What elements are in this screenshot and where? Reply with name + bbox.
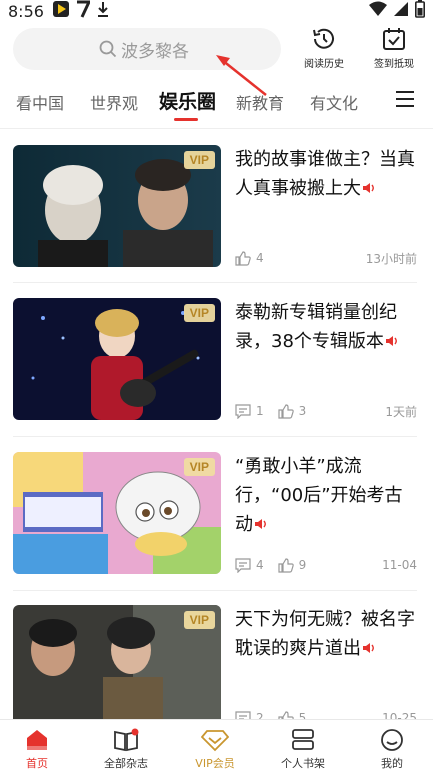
article-card[interactable]: VIP 泰勒新专辑销量创纪录，38个专辑版本 1 3 1天前 (13, 298, 417, 423)
article-meta: 4 13小时前 (235, 249, 417, 267)
nav-bookshelf-label: 个人书架 (281, 757, 325, 770)
article-title-text: 我的故事谁做主？当真人真事被搬上大 (235, 149, 415, 199)
bookshelf-icon (263, 728, 343, 752)
nav-vip[interactable]: VIP会员 (175, 728, 255, 771)
row-divider (13, 590, 417, 591)
search-row: 波多黎各 阅读历史 签到抵现 (0, 26, 433, 74)
article-thumbnail: VIP (13, 145, 221, 267)
status-bar: 8:56 (0, 0, 433, 22)
search-icon (99, 40, 117, 58)
magazine-icon (86, 728, 166, 752)
tab-education[interactable]: 新教育 (236, 90, 284, 114)
row-divider (13, 436, 417, 437)
vip-badge: VIP (183, 151, 215, 169)
wifi-icon (369, 1, 387, 21)
like-count[interactable]: 4 (235, 250, 264, 266)
speaker-icon[interactable] (385, 328, 399, 357)
reading-history-button[interactable]: 阅读历史 (294, 26, 354, 70)
article-card[interactable]: VIP 我的故事谁做主？当真人真事被搬上大 4 13小时前 (13, 145, 417, 270)
like-count-value: 9 (298, 558, 307, 572)
vip-diamond-icon (175, 728, 255, 752)
speaker-icon[interactable] (254, 511, 268, 540)
thumbs-up-icon (235, 250, 251, 266)
download-icon (96, 0, 110, 22)
article-card[interactable]: VIP “勇敢小羊”成流行，“00后”开始考古动 4 9 11-04 (13, 452, 417, 577)
nav-bookshelf[interactable]: 个人书架 (263, 728, 343, 771)
article-title: “勇敢小羊”成流行，“00后”开始考古动 (235, 452, 415, 540)
vip-badge: VIP (183, 304, 215, 322)
comment-icon (235, 557, 251, 573)
speaker-icon[interactable] (362, 635, 376, 664)
tab-entertainment[interactable]: 娱乐圈 (159, 87, 216, 114)
like-count-value: 4 (256, 251, 264, 265)
profile-icon (352, 728, 432, 752)
nav-home[interactable]: 首页 (0, 728, 77, 771)
like-count-value: 3 (298, 404, 307, 418)
app-notification-icon (52, 0, 70, 22)
article-thumbnail: VIP (13, 605, 221, 727)
active-tab-indicator (174, 118, 198, 121)
nav-profile-label: 我的 (381, 757, 403, 770)
comment-count-value: 4 (256, 558, 264, 572)
article-card[interactable]: VIP 天下为何无贼？被名字耽误的爽片道出 2 5 10-25 (13, 605, 417, 730)
history-clock-icon (294, 26, 354, 52)
vip-badge: VIP (183, 458, 215, 476)
seven-icon (76, 0, 92, 22)
tab-china[interactable]: 看中国 (16, 90, 64, 114)
nav-vip-label: VIP会员 (195, 757, 235, 770)
status-time: 8:56 (8, 1, 44, 21)
comment-count-value: 1 (256, 404, 264, 418)
home-icon (0, 728, 77, 752)
nav-magazines-label: 全部杂志 (104, 757, 148, 770)
nav-home-label: 首页 (26, 757, 48, 770)
like-count[interactable]: 3 (278, 403, 307, 419)
thumbs-up-icon (278, 403, 294, 419)
article-title: 泰勒新专辑销量创纪录，38个专辑版本 (235, 298, 415, 357)
row-divider (13, 282, 417, 283)
speaker-icon[interactable] (362, 175, 376, 204)
status-left-icons (52, 0, 110, 22)
article-meta: 4 9 11-04 (235, 556, 417, 574)
comment-count[interactable]: 4 (235, 557, 264, 573)
article-time: 1天前 (385, 404, 417, 419)
tab-culture[interactable]: 有文化 (310, 90, 358, 114)
checkin-button[interactable]: 签到抵现 (364, 26, 424, 70)
nav-profile[interactable]: 我的 (352, 728, 432, 771)
tabs-divider (0, 128, 433, 129)
vip-badge: VIP (183, 611, 215, 629)
article-meta: 1 3 1天前 (235, 402, 417, 420)
search-input[interactable]: 波多黎各 (13, 28, 281, 70)
article-title-text: 泰勒新专辑销量创纪录，38个专辑版本 (235, 302, 397, 352)
bottom-nav: 首页 全部杂志 VIP会员 个人书架 我的 (0, 719, 433, 783)
category-tabs: 看中国 世界观 娱乐圈 新教育 有文化 (0, 82, 433, 128)
article-thumbnail: VIP (13, 452, 221, 574)
article-title-text: 天下为何无贼？被名字耽误的爽片道出 (235, 609, 415, 659)
thumbs-up-icon (278, 557, 294, 573)
calendar-check-icon (364, 26, 424, 52)
article-title: 我的故事谁做主？当真人真事被搬上大 (235, 145, 415, 204)
nav-magazines[interactable]: 全部杂志 (86, 728, 166, 771)
status-right-icons (369, 0, 425, 22)
article-time: 11-04 (382, 558, 417, 572)
checkin-label: 签到抵现 (374, 59, 414, 70)
tab-world[interactable]: 世界观 (90, 90, 138, 114)
reading-history-label: 阅读历史 (304, 59, 344, 70)
signal-icon (393, 1, 409, 21)
battery-icon (415, 0, 425, 22)
article-time: 13小时前 (365, 251, 417, 266)
article-thumbnail: VIP (13, 298, 221, 420)
article-title: 天下为何无贼？被名字耽误的爽片道出 (235, 605, 415, 664)
comment-icon (235, 403, 251, 419)
menu-icon[interactable] (394, 88, 416, 110)
search-placeholder: 波多黎各 (121, 41, 189, 62)
like-count[interactable]: 9 (278, 557, 307, 573)
comment-count[interactable]: 1 (235, 403, 264, 419)
